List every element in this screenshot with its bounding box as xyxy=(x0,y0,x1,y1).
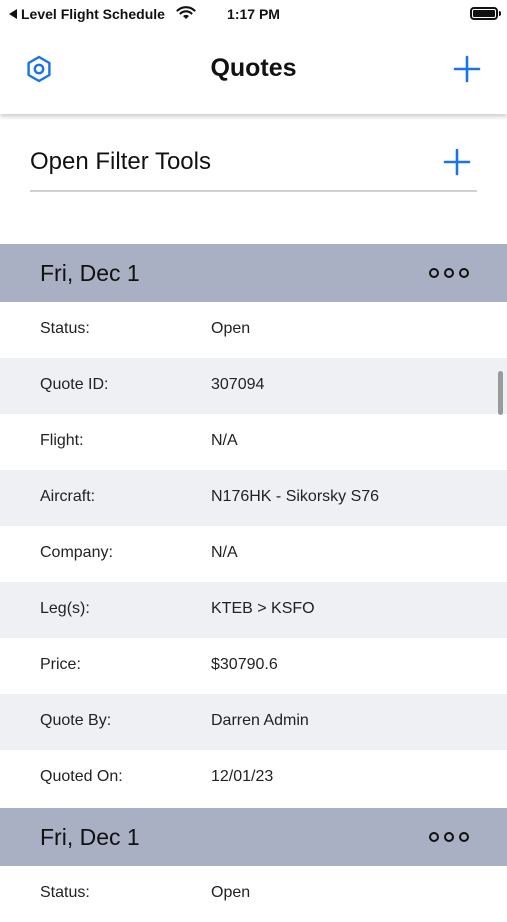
quote-field-row: Aircraft: N176HK - Sikorsky S76 xyxy=(0,470,507,526)
dot-icon xyxy=(444,268,454,278)
dot-icon xyxy=(444,832,454,842)
dot-icon xyxy=(429,268,439,278)
quote-section-header: Fri, Dec 1 xyxy=(0,244,507,302)
quote-field-row: Status: Open xyxy=(0,302,507,358)
page-title: Quotes xyxy=(210,54,297,82)
status-time: 1:17 PM xyxy=(227,6,280,22)
quote-field-row: Quote ID: 307094 xyxy=(0,358,507,414)
quote-section-header: Fri, Dec 1 xyxy=(0,808,507,866)
navigation-bar: Quotes xyxy=(0,30,507,114)
quote-field-row: Leg(s): KTEB > KSFO xyxy=(0,582,507,638)
field-value: $30790.6 xyxy=(211,656,278,673)
field-value: N/A xyxy=(211,544,238,561)
field-label: Leg(s): xyxy=(40,600,90,617)
quote-date: Fri, Dec 1 xyxy=(40,260,140,286)
field-value: N176HK - Sikorsky S76 xyxy=(211,488,380,505)
add-quote-button[interactable] xyxy=(453,55,481,83)
open-filter-tools-row[interactable]: Open Filter Tools xyxy=(30,138,477,192)
field-label: Quote ID: xyxy=(40,376,109,393)
field-value: Open xyxy=(211,884,251,901)
more-options-button[interactable] xyxy=(429,832,469,842)
dot-icon xyxy=(429,832,439,842)
field-value: 307094 xyxy=(211,376,265,393)
field-value: 12/01/23 xyxy=(211,768,274,785)
field-label: Status: xyxy=(40,884,90,901)
quote-field-row: Status: Open xyxy=(0,866,507,922)
quote-field-row: Company: N/A xyxy=(0,526,507,582)
quote-field-row: Price: $30790.6 xyxy=(0,638,507,694)
field-label: Price: xyxy=(40,656,81,673)
dot-icon xyxy=(459,268,469,278)
dot-icon xyxy=(459,832,469,842)
status-bar: Level Flight Schedule 1:17 PM xyxy=(0,0,507,30)
field-label: Company: xyxy=(40,544,113,561)
filter-tools-label: Open Filter Tools xyxy=(30,148,211,175)
more-options-button[interactable] xyxy=(429,268,469,278)
field-value: N/A xyxy=(211,432,238,449)
battery-icon xyxy=(470,7,501,20)
field-value: Open xyxy=(211,320,251,337)
quote-field-row: Quote By: Darren Admin xyxy=(0,694,507,750)
quote-field-row: Flight: N/A xyxy=(0,414,507,470)
plus-icon[interactable] xyxy=(443,148,471,176)
quote-field-row: Quoted On: 12/01/23 xyxy=(0,750,507,806)
field-label: Aircraft: xyxy=(40,488,96,505)
field-value: KTEB > KSFO xyxy=(211,600,315,617)
scrollbar[interactable] xyxy=(498,371,503,415)
field-label: Status: xyxy=(40,320,90,337)
field-value: Darren Admin xyxy=(211,712,309,729)
field-label: Quote By: xyxy=(40,712,112,729)
field-label: Quoted On: xyxy=(40,768,123,785)
quote-date: Fri, Dec 1 xyxy=(40,824,140,850)
field-label: Flight: xyxy=(40,432,84,449)
